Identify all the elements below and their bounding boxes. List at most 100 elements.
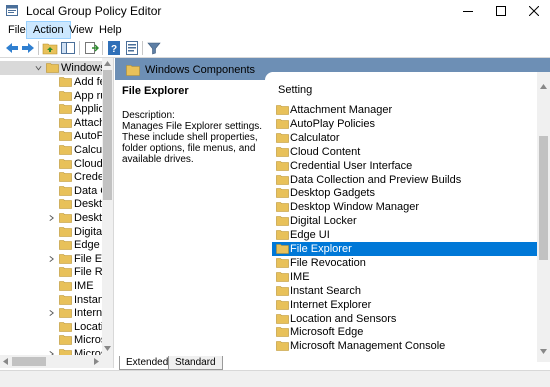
tree-pane: Windows C Add feApp ruApplicAttachAutoPl… [0,58,114,368]
back-arrow-icon[interactable] [4,40,20,56]
list-item[interactable]: Internet Explorer [272,298,537,312]
tree-item[interactable]: File Ex [0,252,102,266]
folder-icon [59,213,72,223]
tree-item[interactable]: Creder [0,170,102,184]
list-item-label: Cloud Content [290,145,361,158]
tab-standard[interactable]: Standard [168,356,223,370]
show-hide-tree-icon[interactable] [60,40,76,56]
list-item[interactable]: Instant Search [272,284,537,298]
scroll-right-icon[interactable] [94,358,99,365]
folder-icon [59,158,72,169]
scroll-down-icon[interactable] [540,349,547,354]
list-item[interactable]: AutoPlay Policies [272,117,537,131]
filter-icon[interactable] [146,40,162,56]
scroll-left-icon[interactable] [3,358,8,365]
list-item[interactable]: Digital Locker [272,214,537,228]
close-button[interactable] [517,0,550,21]
list-item[interactable]: File Revocation [272,256,537,270]
list-item[interactable]: Desktop Window Manager [272,200,537,214]
list-item-label: Location and Sensors [290,312,397,325]
minimize-button[interactable] [451,0,484,21]
list-item-label: Calculator [290,131,340,144]
tree-item[interactable]: Micros [0,333,102,347]
tree-item-label: Instant [74,293,102,306]
tree-item[interactable]: App ru [0,89,102,103]
list-item[interactable]: IME [272,270,537,284]
tree-item[interactable]: Applic [0,102,102,116]
tree-item[interactable]: Digital [0,225,102,239]
tree-item-label: Calcula [74,144,102,156]
tree-item-label: Locatio [74,320,102,333]
list-scroll-thumb[interactable] [539,136,548,260]
list-item-label: Credential User Interface [290,159,413,172]
tree-horizontal-scrollbar[interactable] [0,355,113,368]
column-header-setting[interactable]: Setting [278,84,312,96]
help-icon[interactable]: ? [106,40,122,56]
list-item[interactable]: Credential User Interface [272,159,537,173]
tree-item[interactable]: IME [0,279,102,293]
tab-extended[interactable]: Extended [119,356,176,370]
toolbar-separator [142,41,143,55]
tree-item[interactable]: File Re [0,265,102,279]
list-item[interactable]: Desktop Gadgets [272,186,537,200]
scroll-up-icon[interactable] [104,61,111,66]
list-item[interactable]: Data Collection and Preview Builds [272,173,537,187]
tree-item[interactable]: Calcula [0,143,102,157]
forward-arrow-icon[interactable] [20,40,36,56]
tree-item[interactable]: Locatio [0,320,102,334]
tree-item[interactable]: Cloud [0,157,102,171]
toolbar-separator [38,41,39,55]
menu-help[interactable]: Help [93,21,128,39]
toolbar: ? [0,39,550,58]
tree-item[interactable]: Attach [0,116,102,130]
tree-item[interactable]: Data C [0,184,102,198]
tree-item-label: Interne [74,307,102,320]
tree-hscroll-thumb[interactable] [12,357,46,366]
tree-item[interactable]: Add fe [0,75,102,89]
scroll-down-icon[interactable] [104,346,111,351]
properties-icon[interactable] [124,40,140,56]
tree-item-label: Edge U [74,239,102,252]
tree-item-label: Add fe [74,76,102,88]
list-item-label: Desktop Window Manager [290,201,420,214]
folder-icon [59,294,72,305]
list-item[interactable]: Calculator [272,131,537,145]
folder-icon [126,65,140,76]
scroll-up-icon[interactable] [540,84,547,89]
list-item-label: IME [290,270,310,283]
tree-item-label: Windows C [61,62,102,74]
tree-item-windows-components[interactable]: Windows C [0,61,102,75]
chevron-right-icon[interactable] [48,214,55,222]
folder-icon [276,258,289,268]
tree-vertical-scrollbar[interactable] [102,58,113,355]
chevron-right-icon[interactable] [48,255,55,263]
tree-item[interactable]: Edge U [0,238,102,252]
tree-scroll-thumb[interactable] [103,70,112,200]
tree-item[interactable]: Deskto [0,197,102,211]
list-item[interactable]: Microsoft Management Console [272,339,537,353]
folder-icon [59,145,72,155]
minimize-icon [462,10,473,12]
tree-item[interactable]: Instant [0,293,102,307]
menu-bar: File Action View Help [0,21,550,39]
list-item[interactable]: Microsoft Edge [272,325,537,339]
tree-item[interactable]: AutoPl [0,129,102,143]
chevron-right-icon[interactable] [48,309,55,317]
svg-text:?: ? [111,44,117,55]
maximize-button[interactable] [484,0,517,21]
folder-icon [59,104,72,114]
list-vertical-scrollbar[interactable] [537,72,550,362]
folder-icon [276,132,289,143]
list-item[interactable]: Edge UI [272,228,537,242]
export-list-icon[interactable] [83,40,99,56]
list-item[interactable]: Attachment Manager [272,103,537,117]
list-item[interactable]: Cloud Content [272,145,537,159]
tree-item[interactable]: Interne [0,306,102,320]
chevron-down-icon[interactable] [35,64,42,72]
up-folder-icon[interactable] [42,40,58,56]
tree-item-label: IME [74,280,94,292]
tree-item[interactable]: Deskto [0,211,102,225]
folder-icon [276,146,289,157]
list-item[interactable]: File Explorer [272,242,537,256]
list-item[interactable]: Location and Sensors [272,312,537,326]
